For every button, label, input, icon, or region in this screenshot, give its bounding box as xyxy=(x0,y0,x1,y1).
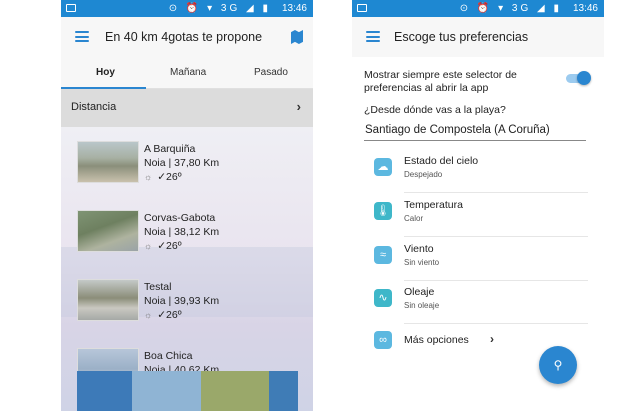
map-icon[interactable] xyxy=(291,30,303,44)
beach-temperature: ✓26º xyxy=(157,309,182,321)
menu-icon[interactable] xyxy=(75,31,89,42)
pref-wind[interactable]: ≈ Viento Sin viento xyxy=(352,238,604,281)
beach-thumbnail xyxy=(77,279,139,321)
distance-filter-label: Distancia xyxy=(71,101,117,113)
pref-title: Viento xyxy=(404,243,434,255)
beach-weather: ☼ ✓26º xyxy=(144,309,182,321)
toggle-label: Mostrar siempre este selector de prefere… xyxy=(364,69,517,94)
status-icons: ⊙ ⏰ ▾ 3G ◢ ▮ xyxy=(168,3,271,14)
divider xyxy=(404,192,588,193)
tab-manana[interactable]: Mañana xyxy=(170,67,206,78)
wind-icon: ≈ xyxy=(374,246,392,264)
toggle-knob xyxy=(577,71,591,85)
beach-weather: ☼ ✓26º xyxy=(144,240,182,252)
beach-list: A Barquiña Noia | 37,80 Km ☼ ✓26º Corvas-… xyxy=(61,127,313,411)
search-icon: ⚲ xyxy=(553,358,563,372)
distance-filter[interactable]: Distancia › xyxy=(61,89,313,127)
beach-distance: Noia | 37,80 Km xyxy=(144,157,220,169)
pref-value: Calor xyxy=(404,214,424,223)
status-time: 13:46 xyxy=(281,3,307,14)
beach-weather: ☼ ✓26º xyxy=(144,171,182,183)
day-tabs: Hoy Mañana Pasado xyxy=(61,57,313,89)
beach-name: A Barquiña xyxy=(144,143,196,155)
image-notification-icon xyxy=(66,4,76,12)
beach-thumbnail xyxy=(77,141,139,183)
beach-list-screen: ⊙ ⏰ ▾ 3G ◢ ▮ 13:46 En 40 km 4gotas te pr… xyxy=(61,0,313,411)
options-icon: ∞ xyxy=(374,331,392,349)
cloud-icon: ☁ xyxy=(374,158,392,176)
wave-icon: ∿ xyxy=(374,289,392,307)
ad-banner[interactable] xyxy=(77,371,298,411)
status-bar: ⊙ ⏰ ▾ 3G ◢ ▮ 13:46 xyxy=(61,0,313,17)
pref-title: Oleaje xyxy=(404,286,435,298)
pref-title: Estado del cielo xyxy=(404,155,479,167)
sun-icon: ☼ xyxy=(144,241,153,251)
app-bar: Escoge tus preferencias xyxy=(352,17,604,57)
app-bar: En 40 km 4gotas te propone xyxy=(61,17,313,57)
list-item[interactable]: Corvas-Gabota Noia | 38,12 Km ☼ ✓26º xyxy=(77,210,313,278)
beach-thumbnail xyxy=(77,210,139,252)
tab-hoy[interactable]: Hoy xyxy=(96,67,115,78)
sun-icon: ☼ xyxy=(144,172,153,182)
ad-segment xyxy=(77,371,132,411)
search-button[interactable]: ⚲ xyxy=(539,346,577,384)
beach-temperature: ✓26º xyxy=(157,171,182,183)
page-title: Escoge tus preferencias xyxy=(394,30,529,44)
origin-question: ¿Desde dónde vas a la playa? xyxy=(364,104,506,116)
beach-name: Boa Chica xyxy=(144,350,193,362)
menu-icon[interactable] xyxy=(366,31,380,42)
sun-icon: ☼ xyxy=(144,310,153,320)
list-item[interactable]: Testal Noia | 39,93 Km ☼ ✓26º xyxy=(77,279,313,347)
pref-title: Temperatura xyxy=(404,199,463,211)
status-icons: ⊙ ⏰ ▾ 3G ◢ ▮ xyxy=(459,3,562,14)
image-notification-icon xyxy=(357,4,367,12)
divider xyxy=(404,236,588,237)
show-selector-toggle[interactable] xyxy=(566,71,591,85)
pref-waves[interactable]: ∿ Oleaje Sin oleaje xyxy=(352,281,604,324)
beach-distance: Noia | 39,93 Km xyxy=(144,295,220,307)
chevron-right-icon: › xyxy=(296,99,301,114)
page-title: En 40 km 4gotas te propone xyxy=(105,30,263,44)
pref-value: Despejado xyxy=(404,170,443,179)
beach-name: Corvas-Gabota xyxy=(144,212,216,224)
chevron-right-icon: › xyxy=(490,332,494,346)
more-options-label: Más opciones xyxy=(404,334,469,346)
beach-temperature: ✓26º xyxy=(157,240,182,252)
ad-segment xyxy=(201,371,269,411)
ad-segment xyxy=(269,371,298,411)
preferences-screen: ⊙ ⏰ ▾ 3G ◢ ▮ 13:46 Escoge tus preferenci… xyxy=(352,0,604,411)
status-bar: ⊙ ⏰ ▾ 3G ◢ ▮ 13:46 xyxy=(352,0,604,17)
origin-location-input[interactable] xyxy=(364,119,586,141)
pref-value: Sin oleaje xyxy=(404,301,440,310)
status-time: 13:46 xyxy=(572,3,598,14)
tab-pasado[interactable]: Pasado xyxy=(254,67,288,78)
thermometer-icon: 🌡 xyxy=(374,202,392,220)
beach-distance: Noia | 38,12 Km xyxy=(144,226,220,238)
list-item[interactable]: A Barquiña Noia | 37,80 Km ☼ ✓26º xyxy=(77,141,313,209)
pref-sky[interactable]: ☁ Estado del cielo Despejado xyxy=(352,150,604,193)
pref-temperature[interactable]: 🌡 Temperatura Calor xyxy=(352,194,604,237)
ad-segment xyxy=(132,371,201,411)
beach-name: Testal xyxy=(144,281,172,293)
pref-value: Sin viento xyxy=(404,258,440,267)
